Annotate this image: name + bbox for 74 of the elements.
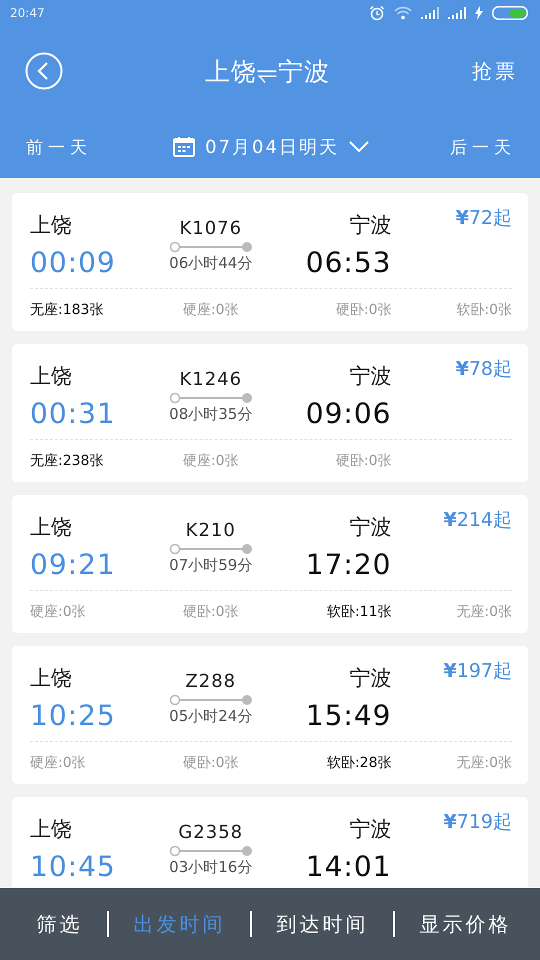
seat-availability: 硬卧:0张 [182, 603, 240, 621]
seat-availability: 无座:183张 [30, 301, 104, 319]
origin-station: 上饶 [30, 212, 73, 239]
train-number: G2358 [177, 822, 244, 843]
destination-station: 宁波 [348, 363, 392, 390]
seat-availability: 硬座:0张 [30, 603, 87, 621]
chevron-down-icon [348, 141, 369, 153]
duration-label: 07小时59分 [169, 556, 252, 575]
departure-time: 10:25 [30, 698, 117, 732]
seat-availability: 硬座:0张 [182, 301, 240, 319]
calendar-icon [173, 137, 196, 157]
arrival-time: 09:06 [304, 396, 392, 430]
price-label: ¥197起 [442, 659, 512, 684]
route-line-icon [168, 392, 253, 404]
price-label: ¥78起 [454, 357, 512, 382]
arrival-time: 06:53 [304, 246, 392, 278]
route-line-icon [168, 694, 253, 706]
train-number: K1076 [178, 218, 244, 239]
seat-availability: 无座:238张 [30, 452, 104, 470]
seat-availability: 硬卧:0张 [334, 452, 392, 470]
origin-station: 上饶 [30, 363, 73, 390]
duration-label: 05小时24分 [169, 707, 252, 726]
arrival-time: 15:49 [304, 698, 392, 732]
train-number: K1246 [178, 369, 244, 390]
sort-tab[interactable]: 显示价格 [420, 910, 512, 938]
seat-availability: 软卧:28张 [326, 754, 392, 772]
seat-availability: 硬卧:0张 [334, 301, 392, 319]
duration-label: 06小时44分 [169, 254, 252, 273]
train-card[interactable]: 上饶 K1246 宁波 ¥78起 00:31 08小时35分 09:06 无座:238张 硬座:0张 硬卧:0张 [12, 344, 528, 482]
train-card[interactable]: 上饶 Z288 宁波 ¥197起 10:25 05小时24分 15:49 硬座:0张 硬卧:0张 软卧:28张 无座:0张 [12, 646, 528, 784]
departure-time: 00:09 [30, 246, 117, 278]
destination-station: 宁波 [348, 212, 392, 239]
destination-station: 宁波 [348, 514, 392, 541]
route-line-icon [168, 543, 253, 555]
price-label: ¥719起 [442, 810, 512, 835]
price-label: ¥72起 [454, 206, 512, 231]
seat-availability: 硬卧:0张 [182, 754, 240, 772]
battery-icon [492, 6, 528, 20]
train-card[interactable]: 上饶 K1076 宁波 ¥72起 00:09 06小时44分 06:53 无座:183张 硬座:0张 硬卧:0张 软卧:0张 [12, 193, 528, 331]
route-line-icon [168, 241, 253, 253]
seat-availability: 硬座:0张 [182, 452, 240, 470]
duration-label: 03小时16分 [169, 858, 252, 877]
seat-availability: 软卧:0张 [455, 301, 512, 319]
train-card[interactable]: 上饶 K210 宁波 ¥214起 09:21 07小时59分 17:20 硬座:0张 硬卧:0张 软卧:11张 无座:0张 [12, 495, 528, 633]
arrival-time: 14:01 [304, 850, 392, 882]
arrival-time: 17:20 [304, 548, 392, 580]
train-number: Z288 [184, 671, 238, 692]
seat-availability: 无座:0张 [455, 754, 512, 772]
destination-station: 宁波 [348, 665, 392, 692]
wifi-icon [394, 6, 412, 20]
duration-label: 08小时35分 [169, 405, 252, 424]
status-time: 20:47 [10, 6, 45, 20]
sort-tab[interactable]: 筛选 [36, 910, 82, 938]
origin-station: 上饶 [30, 816, 73, 843]
signal-icon [448, 7, 466, 19]
price-label: ¥214起 [442, 508, 512, 533]
seat-availability: 无座:0张 [455, 603, 512, 621]
destination-station: 宁波 [348, 816, 392, 843]
charging-icon [475, 6, 483, 20]
signal-icon [421, 7, 439, 19]
route-line-icon [168, 845, 253, 857]
train-card[interactable]: 上饶 G2358 宁波 ¥719起 10:45 03小时16分 14:01 [12, 797, 528, 887]
departure-time: 10:45 [30, 850, 117, 882]
back-button[interactable] [25, 52, 63, 90]
sort-tab[interactable]: 到达时间 [276, 910, 369, 938]
alarm-icon [369, 5, 385, 21]
train-number: K210 [184, 520, 237, 541]
seat-availability: 软卧:11张 [326, 603, 392, 621]
seat-availability: 硬座:0张 [30, 754, 87, 772]
origin-station: 上饶 [30, 665, 73, 692]
departure-time: 00:31 [30, 396, 117, 430]
route-title: 上饶⥫宁波 [205, 56, 330, 88]
departure-time: 09:21 [30, 548, 117, 580]
origin-station: 上饶 [30, 514, 73, 541]
